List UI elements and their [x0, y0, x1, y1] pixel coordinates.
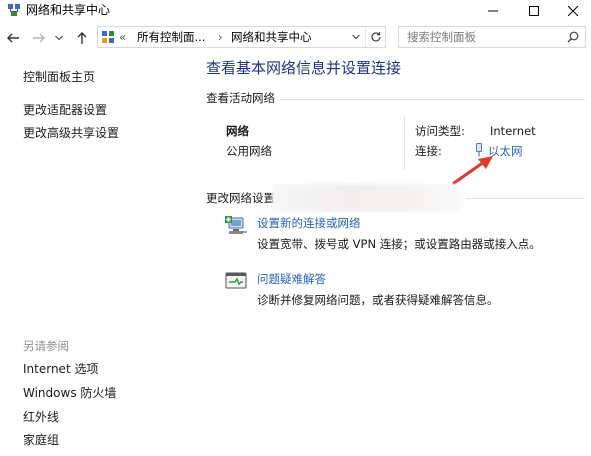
search-input[interactable]: 搜索控制面板 [398, 26, 586, 48]
blur-redaction [272, 184, 462, 212]
sidebar-link-advanced-sharing[interactable]: 更改高级共享设置 [23, 125, 119, 141]
active-networks-label: 查看活动网络 [206, 91, 275, 105]
back-arrow-icon [7, 33, 19, 43]
troubleshoot-link[interactable]: 问题疑难解答 [257, 271, 326, 287]
forward-arrow-icon [33, 33, 45, 43]
access-type-label: 访问类型: [415, 124, 465, 138]
dropdown-chevron-icon [352, 34, 360, 40]
recent-locations-button[interactable] [54, 29, 64, 47]
minimize-icon [488, 10, 498, 12]
access-type-value: Internet [490, 124, 536, 138]
forward-button[interactable] [30, 29, 48, 47]
search-icon [567, 31, 579, 43]
see-also-windows-firewall[interactable]: Windows 防火墙 [23, 385, 116, 401]
divider [280, 99, 585, 100]
up-button[interactable] [73, 29, 91, 47]
up-arrow-icon [77, 32, 87, 44]
network-type: 公用网络 [226, 144, 272, 158]
setup-connection-description: 设置宽带、拨号或 VPN 连接；或设置路由器或接入点。 [257, 237, 541, 251]
network-name: 网络 [226, 124, 249, 138]
troubleshoot-description: 诊断并修复网络问题，或者获得疑难解答信息。 [257, 293, 499, 307]
maximize-button[interactable] [516, 0, 552, 22]
network-center-icon [8, 4, 20, 16]
see-also-internet-options[interactable]: Internet 选项 [23, 361, 98, 377]
setup-connection-link[interactable]: 设置新的连接或网络 [257, 215, 361, 231]
search-placeholder: 搜索控制面板 [407, 30, 476, 44]
breadcrumb-overflow[interactable]: « [119, 30, 126, 44]
close-icon [568, 6, 578, 16]
back-button[interactable] [4, 29, 22, 47]
see-also-heading: 另请参阅 [23, 339, 69, 353]
control-panel-icon [102, 31, 114, 43]
troubleshoot-icon[interactable] [224, 270, 248, 292]
address-bar[interactable]: « 所有控制面... › 网络和共享中心 [97, 26, 386, 48]
sidebar-link-change-adapter-settings[interactable]: 更改适配器设置 [23, 102, 107, 118]
navigation-bar: « 所有控制面... › 网络和共享中心 搜索控制面板 [0, 23, 591, 53]
setup-connection-icon[interactable] [224, 215, 248, 237]
page-title: 查看基本网络信息并设置连接 [206, 59, 402, 77]
see-also-homegroup[interactable]: 家庭组 [23, 432, 59, 448]
title-bar: 网络和共享中心 [0, 0, 591, 22]
see-also-infrared[interactable]: 红外线 [23, 409, 59, 425]
window-title: 网络和共享中心 [26, 3, 111, 17]
refresh-button[interactable] [365, 27, 386, 47]
sidebar-link-control-panel-home[interactable]: 控制面板主页 [23, 69, 95, 85]
close-button[interactable] [555, 0, 591, 22]
refresh-icon [371, 32, 381, 42]
breadcrumb-item-network-center[interactable]: 网络和共享中心 [231, 30, 312, 44]
minimize-button[interactable] [475, 0, 511, 22]
change-settings-label: 更改网络设置 [206, 191, 275, 205]
divider [466, 198, 585, 199]
maximize-icon [529, 6, 539, 16]
dropdown-chevron-icon [55, 35, 63, 41]
breadcrumb-separator-icon: › [218, 30, 223, 44]
vertical-divider [404, 116, 405, 170]
breadcrumb-item-control-panel[interactable]: 所有控制面... [137, 30, 205, 44]
connections-label: 连接: [415, 144, 442, 158]
address-dropdown-button[interactable] [347, 27, 365, 47]
